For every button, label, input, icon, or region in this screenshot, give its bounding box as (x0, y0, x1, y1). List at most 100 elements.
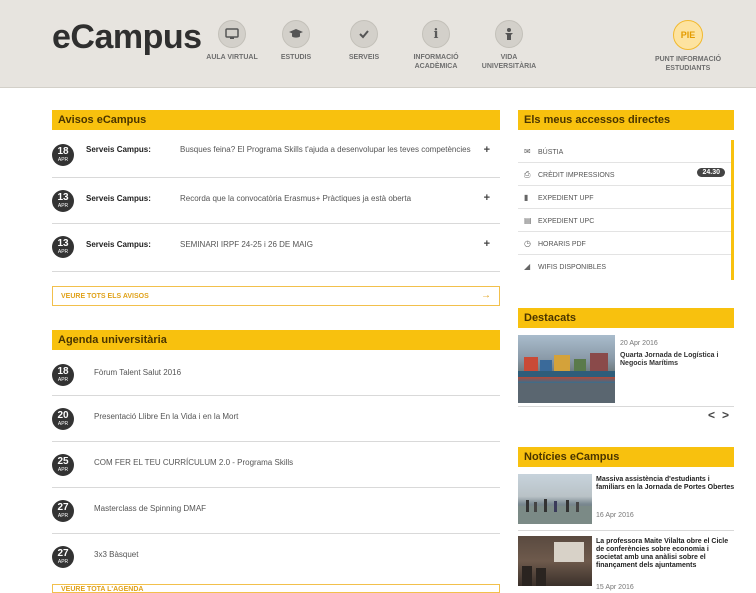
shortcut-label: CRÈDIT IMPRESSIONS (538, 172, 615, 179)
top-header: eCampus AULA VIRTUAL ESTUDIS SERVEIS i I… (0, 0, 756, 88)
see-all-agenda-link[interactable]: VEURE TOTA L'AGENDA (52, 584, 500, 593)
shortcut-label: EXPEDIENT UPC (538, 218, 595, 225)
agenda-title: COM FER EL TEU CURRÍCULUM 2.0 - Programa… (94, 458, 294, 467)
featured-date: 20 Apr 2016 (620, 340, 658, 347)
pie-badge: PIE (673, 20, 703, 50)
nav-informacio-academica[interactable]: i INFORMACIÓ ACADÈMICA (396, 20, 476, 71)
shortcut-expedient-upf[interactable]: ▮ EXPEDIENT UPF (518, 186, 731, 209)
date-month: APR (57, 421, 69, 427)
see-all-notices-link[interactable]: VEURE TOTS ELS AVISOS → (52, 286, 500, 306)
notice-source: Serveis Campus: (86, 194, 182, 204)
notice-source-label: Serveis Campus: (86, 240, 151, 249)
nav-label: ESTUDIS (280, 54, 312, 61)
notice-text: Recorda que la convocatòria Erasmus+ Prà… (180, 194, 412, 203)
nav-serveis[interactable]: SERVEIS (324, 20, 404, 62)
person-icon (495, 20, 523, 48)
notice-row[interactable]: 13 APR Serveis Campus: SEMINARI IRPF 24-… (52, 226, 500, 272)
shortcut-label: BÚSTIA (538, 149, 564, 156)
news-headline[interactable]: La professora Maite Vilalta obre el Cicl… (596, 538, 736, 570)
nav-label: SERVEIS (348, 54, 380, 61)
agenda-row[interactable]: 25 APR COM FER EL TEU CURRÍCULUM 2.0 - P… (52, 444, 500, 488)
monitor-icon (218, 20, 246, 48)
date-month: APR (57, 249, 69, 255)
date-month: APR (57, 203, 69, 209)
shortcut-label: WIFIS DISPONIBLES (538, 264, 607, 271)
date-badge: 27 APR (52, 546, 74, 568)
date-month: APR (57, 559, 69, 565)
news-header: Notícies eCampus (518, 447, 734, 467)
shortcuts-header: Els meus accessos directes (518, 110, 734, 130)
featured-headline[interactable]: Quarta Jornada de Logística i Negocis Ma… (620, 352, 736, 368)
printer-icon: ⎙ (524, 170, 531, 179)
news-image[interactable] (518, 474, 592, 524)
date-month: APR (57, 377, 69, 383)
destacats-header: Destacats (518, 308, 734, 328)
check-icon (350, 20, 378, 48)
notice-source-label: Serveis Campus: (86, 145, 151, 154)
credit-badge: 24.30 (697, 168, 725, 177)
agenda-row[interactable]: 27 APR 3x3 Bàsquet (52, 536, 500, 582)
date-badge: 20 APR (52, 408, 74, 430)
arrow-right-icon: → (481, 290, 491, 301)
see-all-label: VEURE TOTA L'AGENDA (61, 586, 144, 593)
shortcut-bustia[interactable]: ✉ BÚSTIA (518, 140, 731, 163)
shortcut-horaris-pdf[interactable]: ◷ HORARIS PDF (518, 232, 731, 255)
notice-text: SEMINARI IRPF 24-25 i 26 DE MAIG (180, 240, 313, 249)
carousel-next-icon[interactable]: > (722, 408, 729, 422)
date-badge: 13 APR (52, 236, 74, 258)
date-day: 20 (57, 410, 69, 421)
date-day: 27 (57, 548, 69, 559)
agenda-title: Presentació Llibre En la Vida i en la Mo… (94, 412, 239, 421)
nav-punt-informacio[interactable]: PIE PUNT INFORMACIÓ ESTUDIANTS (650, 20, 726, 73)
notice-row[interactable]: 18 APR Serveis Campus: Busques feina? El… (52, 136, 500, 178)
date-day: 27 (57, 502, 69, 513)
wifi-icon: ◢ (524, 262, 531, 271)
news-headline[interactable]: Massiva assistència d'estudiants i famil… (596, 476, 736, 492)
expand-plus-icon[interactable]: + (484, 144, 490, 156)
nav-label: PUNT INFORMACIÓ ESTUDIANTS (654, 56, 722, 72)
shortcut-expedient-upc[interactable]: ▤ EXPEDIENT UPC (518, 209, 731, 232)
date-badge: 25 APR (52, 454, 74, 476)
featured-image[interactable] (518, 335, 615, 403)
nav-label: INFORMACIÓ ACADÈMICA (413, 54, 459, 70)
date-badge: 18 APR (52, 144, 74, 166)
date-badge: 27 APR (52, 500, 74, 522)
nav-vida-universitaria[interactable]: VIDA UNIVERSITÀRIA (469, 20, 549, 71)
nav-label: VIDA UNIVERSITÀRIA (481, 54, 537, 70)
news-date: 16 Apr 2016 (596, 512, 634, 519)
expand-plus-icon[interactable]: + (484, 192, 490, 204)
shortcut-label: EXPEDIENT UPF (538, 195, 594, 202)
shortcut-credit-impressions[interactable]: ⎙ CRÈDIT IMPRESSIONS 24.30 (518, 163, 731, 186)
date-month: APR (57, 513, 69, 519)
date-day: 18 (57, 146, 69, 157)
agenda-header: Agenda universitària (52, 330, 500, 350)
date-month: APR (57, 157, 69, 163)
mail-icon: ✉ (524, 147, 531, 156)
notice-text: Busques feina? El Programa Skills t'ajud… (180, 145, 471, 154)
file-icon: ▮ (524, 193, 529, 202)
see-all-label: VEURE TOTS ELS AVISOS (61, 293, 149, 300)
nav-label: AULA VIRTUAL (206, 54, 258, 61)
divider (518, 406, 734, 407)
agenda-title: 3x3 Bàsquet (94, 550, 139, 559)
ecampus-logo[interactable]: eCampus (52, 18, 202, 57)
graduation-cap-icon (282, 20, 310, 48)
shortcuts-list: ✉ BÚSTIA ⎙ CRÈDIT IMPRESSIONS 24.30 ▮ EXPED… (518, 140, 734, 280)
news-date: 15 Apr 2016 (596, 584, 634, 591)
date-day: 18 (57, 366, 69, 377)
agenda-title: Fòrum Talent Salut 2016 (94, 368, 182, 377)
notice-row[interactable]: 13 APR Serveis Campus: Recorda que la co… (52, 180, 500, 224)
date-day: 13 (57, 192, 69, 203)
agenda-row[interactable]: 27 APR Masterclass de Spinning DMAF (52, 490, 500, 534)
shortcut-wifis[interactable]: ◢ WIFIS DISPONIBLES (518, 255, 731, 278)
divider (518, 530, 734, 531)
carousel-prev-icon[interactable]: < (708, 408, 715, 422)
date-day: 25 (57, 456, 69, 467)
date-day: 13 (57, 238, 69, 249)
news-image[interactable] (518, 536, 592, 586)
agenda-row[interactable]: 20 APR Presentació Llibre En la Vida i e… (52, 398, 500, 442)
notice-source: Serveis Campus: (86, 145, 182, 155)
expand-plus-icon[interactable]: + (484, 238, 490, 250)
clock-icon: ◷ (524, 239, 531, 248)
agenda-row[interactable]: 18 APR Fòrum Talent Salut 2016 (52, 354, 500, 396)
